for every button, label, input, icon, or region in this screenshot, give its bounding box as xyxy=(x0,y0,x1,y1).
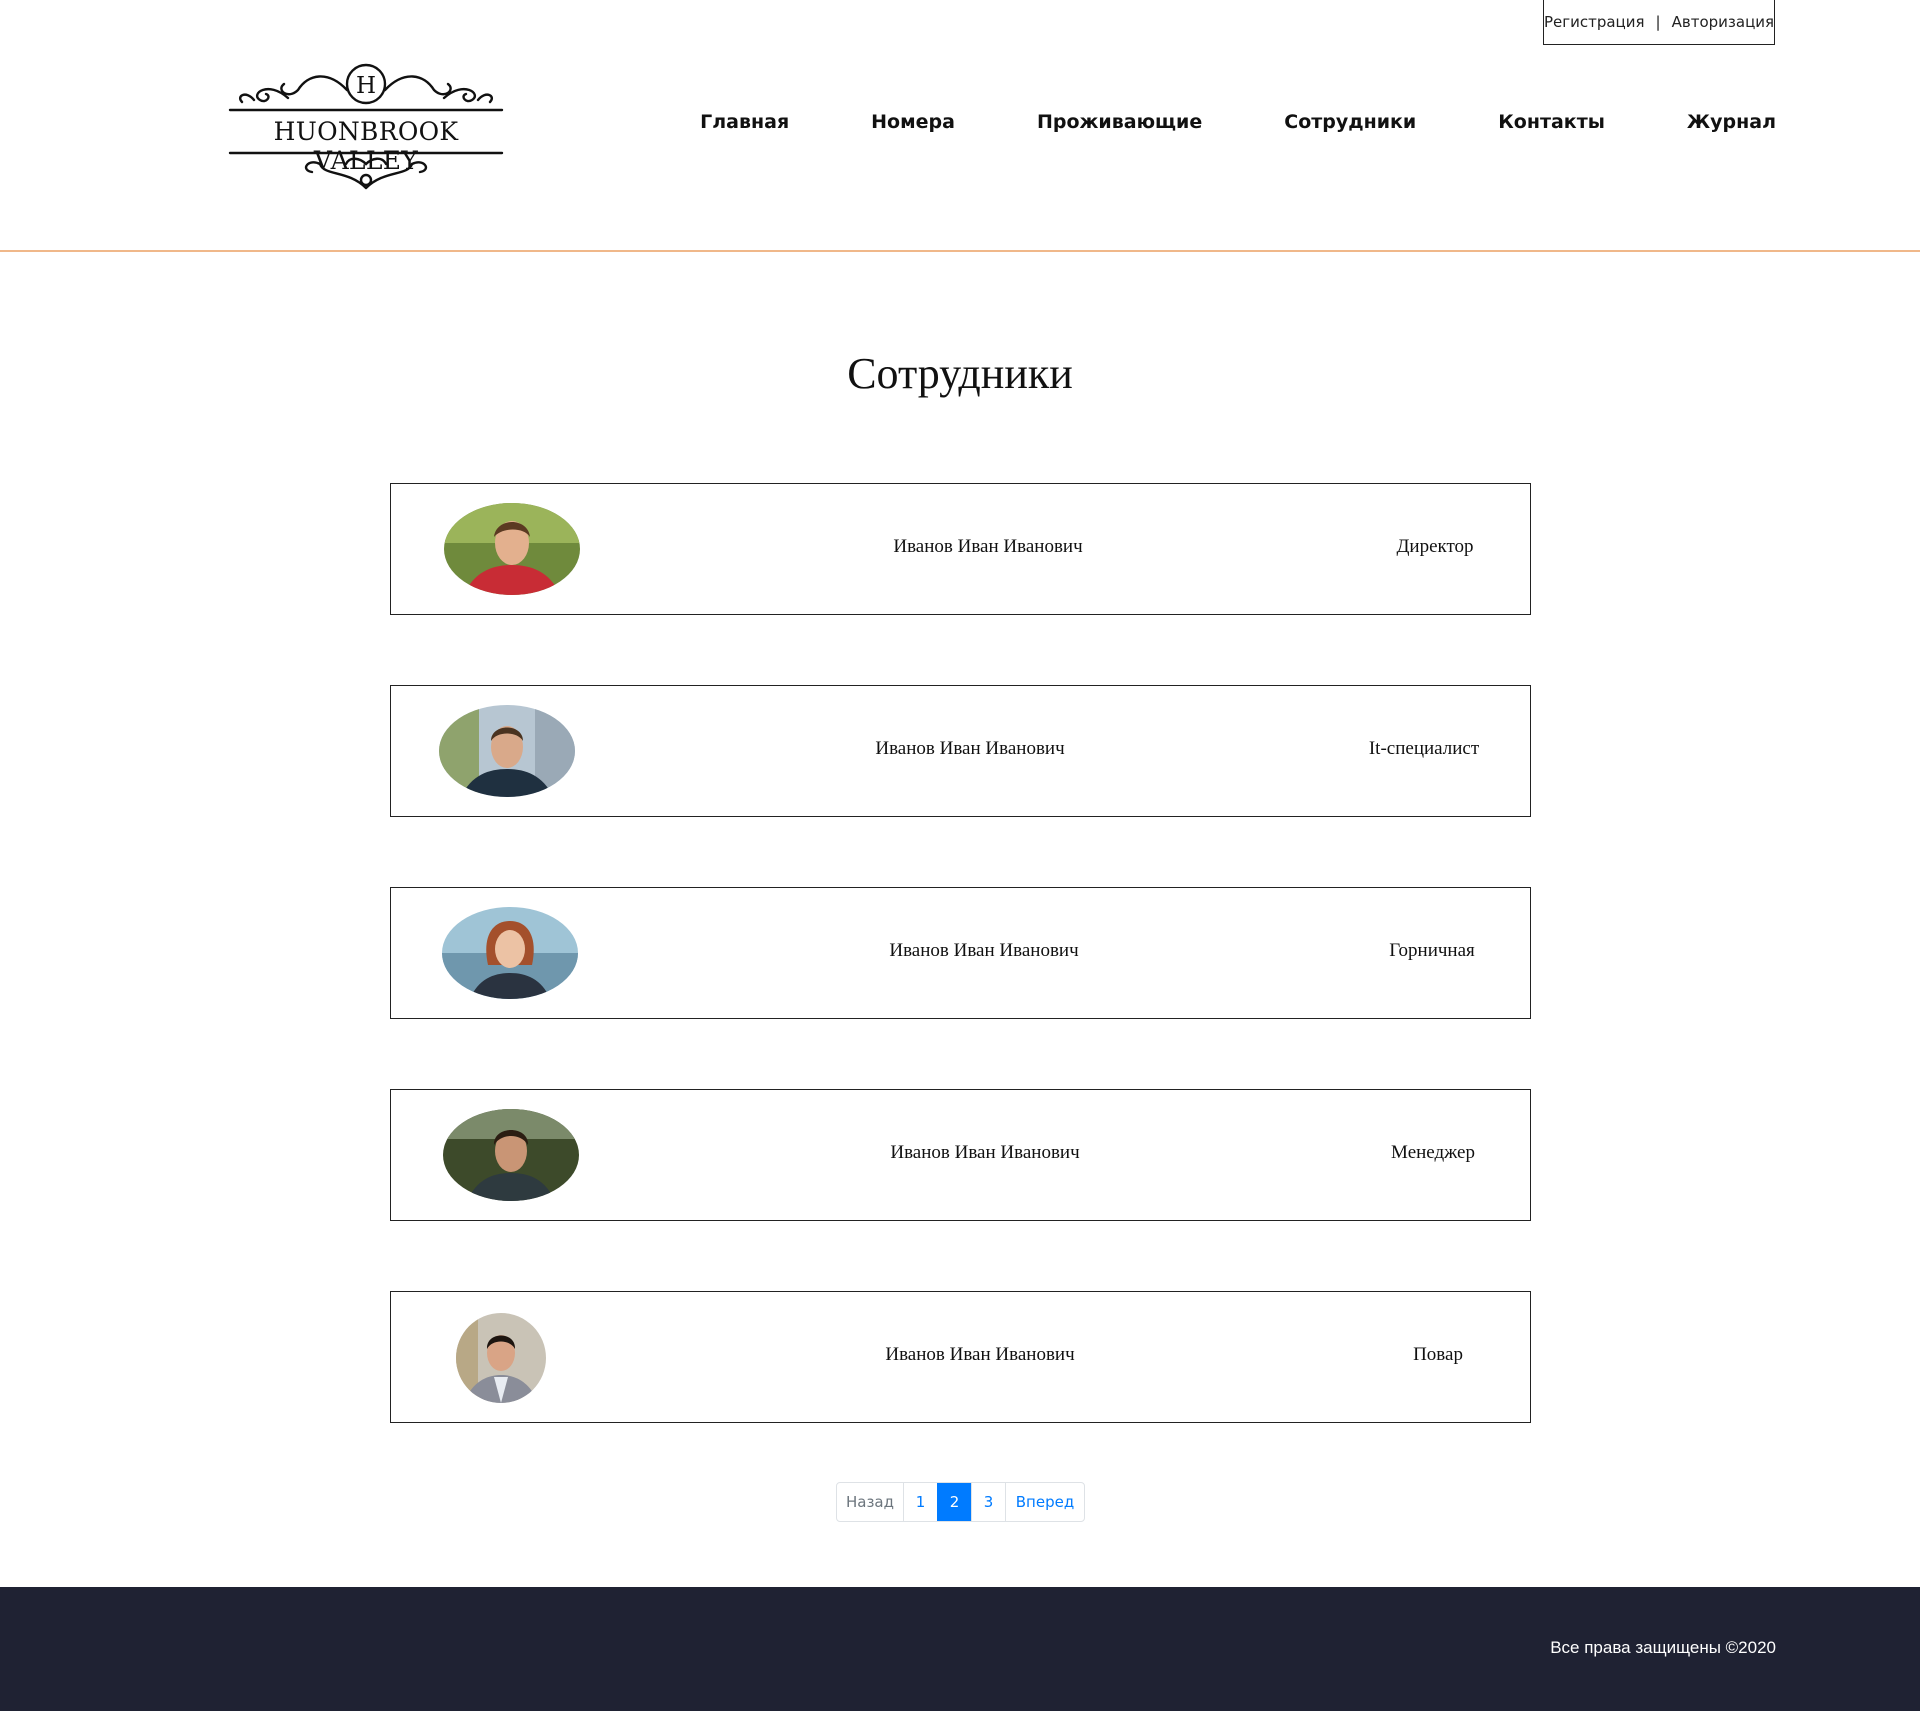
page-title: Сотрудники xyxy=(847,349,1073,398)
pagination-next-button[interactable]: Вперед xyxy=(1005,1483,1084,1521)
employee-photo xyxy=(443,1109,579,1201)
main-nav: Главная Номера Проживающие Сотрудники Ко… xyxy=(700,111,1776,133)
nav-item-rooms[interactable]: Номера xyxy=(871,111,955,133)
nav-item-residents[interactable]: Проживающие xyxy=(1037,111,1202,133)
nav-item-journal[interactable]: Журнал xyxy=(1687,111,1776,133)
employee-name: Иванов Иван Иванович xyxy=(890,1142,1080,1163)
employee-role: Директор xyxy=(1396,536,1474,557)
employee-photo xyxy=(444,503,580,595)
employee-card[interactable]: Иванов Иван Иванович Менеджер xyxy=(390,1089,1531,1221)
employee-card[interactable]: Иванов Иван Иванович Повар xyxy=(390,1291,1531,1423)
employee-role: Горничная xyxy=(1389,940,1475,961)
nav-item-contacts[interactable]: Контакты xyxy=(1498,111,1605,133)
svg-text:H: H xyxy=(356,73,376,99)
pagination: Назад 1 2 3 Вперед xyxy=(836,1482,1085,1522)
pagination-page-1[interactable]: 1 xyxy=(903,1483,937,1521)
auth-separator: | xyxy=(1655,13,1661,31)
footer-copyright: Все права защищены ©2020 xyxy=(1550,1638,1776,1657)
employee-name: Иванов Иван Иванович xyxy=(893,536,1083,557)
employee-photo xyxy=(456,1313,546,1403)
employee-card[interactable]: Иванов Иван Иванович It-специалист xyxy=(390,685,1531,817)
nav-item-home[interactable]: Главная xyxy=(700,111,789,133)
logo-text: HUONBROOK VALLEY xyxy=(273,117,459,175)
header-divider xyxy=(0,250,1920,252)
employee-card[interactable]: Иванов Иван Иванович Директор xyxy=(390,483,1531,615)
nav-item-staff[interactable]: Сотрудники xyxy=(1284,111,1416,133)
employee-name: Иванов Иван Иванович xyxy=(889,940,1079,961)
employee-role: It-специалист xyxy=(1368,738,1480,759)
footer: Все права защищены ©2020 xyxy=(0,1587,1920,1711)
auth-box: Регистрация | Авторизация xyxy=(1543,0,1775,45)
register-link[interactable]: Регистрация xyxy=(1544,13,1645,31)
logo[interactable]: H HUONBROOK VALLEY xyxy=(228,60,504,190)
employee-photo xyxy=(442,907,578,999)
employee-role: Повар xyxy=(1413,1344,1463,1365)
pagination-page-2[interactable]: 2 xyxy=(937,1483,971,1521)
employee-role: Менеджер xyxy=(1391,1142,1475,1163)
login-link[interactable]: Авторизация xyxy=(1672,13,1774,31)
employee-photo xyxy=(439,705,575,797)
employee-name: Иванов Иван Иванович xyxy=(875,738,1065,759)
employee-name: Иванов Иван Иванович xyxy=(885,1344,1075,1365)
employee-card[interactable]: Иванов Иван Иванович Горничная xyxy=(390,887,1531,1019)
pagination-prev-button[interactable]: Назад xyxy=(837,1483,903,1521)
pagination-page-3[interactable]: 3 xyxy=(971,1483,1005,1521)
